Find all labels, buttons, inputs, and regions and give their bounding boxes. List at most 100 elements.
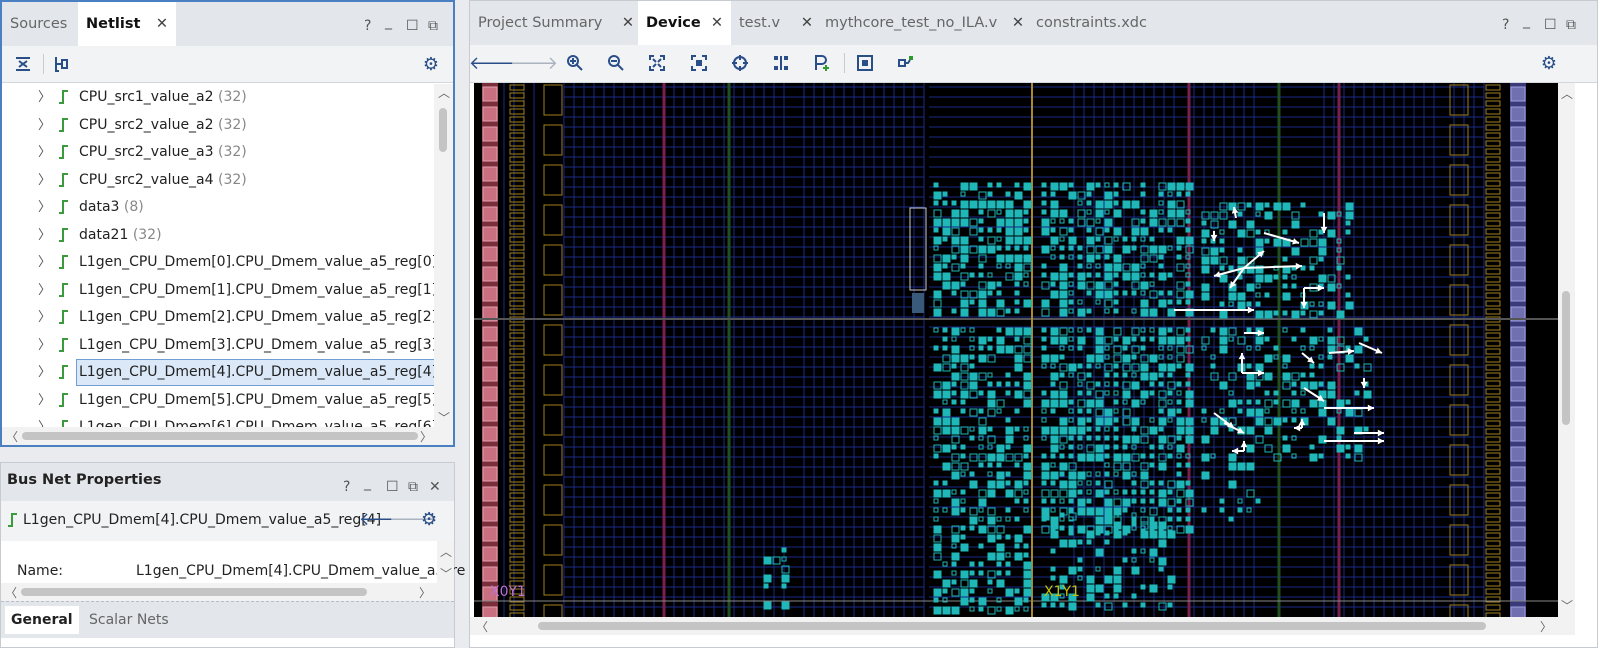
close-icon[interactable]: ✕ — [156, 2, 168, 46]
netlist-row[interactable]: 〉 data21 (32) — [2, 222, 434, 249]
maximize-icon[interactable]: ☐ — [406, 16, 419, 36]
place-ports-icon[interactable] — [811, 52, 833, 74]
gear-icon[interactable]: ⚙ — [421, 509, 437, 530]
tab-netlist[interactable]: Netlist ✕ — [78, 2, 176, 46]
gear-icon[interactable]: ⚙ — [420, 53, 442, 75]
collapse-all-icon[interactable] — [12, 53, 34, 75]
help-icon[interactable]: ? — [343, 477, 350, 497]
netlist-vscrollbar[interactable]: ︿ ﹀ — [434, 84, 453, 427]
tab-test-v[interactable]: test.v ✕ — [731, 1, 817, 45]
gear-icon[interactable]: ⚙ — [1538, 52, 1560, 74]
netlist-row[interactable]: 〉 L1gen_CPU_Dmem[0].CPU_Dmem_value_a5_reg… — [2, 249, 434, 276]
netlist-row[interactable]: 〉 CPU_src2_value_a4 (32) — [2, 167, 434, 194]
netlist-row[interactable]: 〉 L1gen_CPU_Dmem[1].CPU_Dmem_value_a5_reg… — [2, 277, 434, 304]
help-icon[interactable]: ? — [364, 16, 371, 36]
netlist-row[interactable]: 〉 CPU_src2_value_a2 (32) — [2, 112, 434, 139]
chevron-right-icon[interactable]: 〉 — [38, 222, 51, 249]
pblock-icon[interactable] — [854, 52, 876, 74]
scroll-up-icon[interactable]: ︿ — [440, 543, 452, 560]
chevron-right-icon[interactable]: 〉 — [38, 249, 51, 276]
hscroll-thumb[interactable] — [538, 622, 1486, 630]
device-hscrollbar[interactable]: 〈 〉 — [470, 617, 1575, 635]
float-icon[interactable]: ⧉ — [428, 16, 438, 36]
device-vscrollbar[interactable]: ︿ ﹀ — [1558, 83, 1575, 617]
netlist-row[interactable]: 〉 data3 (8) — [2, 194, 434, 221]
scroll-down-icon[interactable]: ﹀ — [438, 409, 450, 426]
properties-vscrollbar[interactable]: ︿ ﹀ — [437, 541, 454, 583]
bus-net-icon — [59, 310, 68, 324]
chevron-right-icon[interactable]: 〉 — [38, 194, 51, 221]
scroll-left-icon[interactable]: 〈 — [5, 584, 17, 601]
maximize-icon[interactable]: ☐ — [386, 477, 399, 497]
netlist-row[interactable]: 〉 CPU_src2_value_a3 (32) — [2, 139, 434, 166]
connectivity-icon[interactable] — [895, 52, 917, 74]
tab-constraints-xdc[interactable]: constraints.xdc — [1028, 1, 1180, 45]
chevron-right-icon[interactable]: 〉 — [38, 277, 51, 304]
scroll-left-icon[interactable]: 〈 — [6, 428, 18, 445]
device-view[interactable]: X0Y1 X1Y1 — [474, 83, 1558, 617]
properties-hscrollbar[interactable]: 〈 〉 — [1, 583, 454, 601]
back-arrow-icon[interactable]: 🡐 — [469, 52, 517, 74]
bus-net-icon — [59, 145, 68, 159]
netlist-row[interactable]: 〉 CPU_src1_value_a2 (32) — [2, 84, 434, 111]
tab-scalar-nets[interactable]: Scalar Nets — [83, 606, 175, 634]
help-icon[interactable]: ? — [1502, 15, 1509, 35]
tab-sources[interactable]: Sources — [2, 2, 78, 46]
zoom-in-icon[interactable] — [564, 52, 586, 74]
chevron-right-icon[interactable]: 〉 — [38, 359, 51, 386]
chevron-right-icon[interactable]: 〉 — [38, 167, 51, 194]
netlist-row[interactable]: 〉 L1gen_CPU_Dmem[6].CPU_Dmem_value_a5_reg… — [2, 414, 434, 427]
zoom-fit-icon[interactable] — [646, 52, 668, 74]
forward-arrow-icon[interactable]: 🡒 — [510, 52, 558, 74]
netlist-row[interactable]: 〉 L1gen_CPU_Dmem[3].CPU_Dmem_value_a5_reg… — [2, 332, 434, 359]
chevron-right-icon[interactable]: 〉 — [38, 304, 51, 331]
net-label: data21 (32) — [79, 222, 162, 249]
zoom-out-icon[interactable] — [605, 52, 627, 74]
chevron-right-icon[interactable]: 〉 — [38, 332, 51, 359]
chevron-right-icon[interactable]: 〉 — [38, 112, 51, 139]
tab-mythcore-test[interactable]: mythcore_test_no_ILA.v ✕ — [817, 1, 1028, 45]
scroll-thumb[interactable] — [439, 108, 447, 152]
crosshair-icon[interactable] — [729, 52, 751, 74]
float-icon[interactable]: ⧉ — [1566, 15, 1576, 35]
minimize-icon[interactable]: _ — [1523, 11, 1530, 31]
name-value: L1gen_CPU_Dmem[4].CPU_Dmem_value_a5_re — [136, 563, 466, 579]
minimize-icon[interactable]: _ — [364, 473, 371, 493]
maximize-icon[interactable]: ☐ — [1544, 15, 1557, 35]
scroll-right-icon[interactable]: 〉 — [420, 428, 432, 445]
netlist-hscrollbar[interactable]: 〈 〉 — [2, 427, 453, 445]
chevron-right-icon[interactable]: 〉 — [38, 139, 51, 166]
hscroll-thumb[interactable] — [21, 588, 367, 596]
scroll-down-icon[interactable]: ﹀ — [1561, 597, 1573, 614]
tab-general[interactable]: General — [5, 606, 79, 634]
tab-device[interactable]: Device ✕ — [638, 1, 731, 45]
chevron-right-icon[interactable]: 〉 — [38, 414, 51, 427]
chevron-right-icon[interactable]: 〉 — [38, 84, 51, 111]
vscroll-thumb[interactable] — [1562, 291, 1570, 425]
hscroll-thumb[interactable] — [22, 432, 418, 440]
float-icon[interactable]: ⧉ — [408, 477, 418, 497]
netlist-row[interactable]: 〉 L1gen_CPU_Dmem[5].CPU_Dmem_value_a5_reg… — [2, 387, 434, 414]
scroll-up-icon[interactable]: ︿ — [438, 84, 450, 101]
close-icon[interactable]: ✕ — [711, 1, 723, 45]
device-canvas[interactable] — [474, 83, 1558, 617]
properties-title: Bus Net Properties — [7, 472, 162, 488]
tab-project-summary[interactable]: Project Summary ✕ — [470, 1, 638, 45]
netlist-row[interactable]: 〉 L1gen_CPU_Dmem[2].CPU_Dmem_value_a5_reg… — [2, 304, 434, 331]
close-icon[interactable]: ✕ — [1012, 1, 1024, 45]
close-icon[interactable]: ✕ — [622, 1, 634, 45]
chevron-right-icon[interactable]: 〉 — [38, 387, 51, 414]
scroll-right-icon[interactable]: 〉 — [1540, 618, 1552, 635]
scroll-left-icon[interactable]: 〈 — [476, 618, 488, 635]
zoom-selected-icon[interactable] — [688, 52, 710, 74]
close-icon[interactable]: ✕ — [801, 1, 813, 45]
route-icon[interactable] — [770, 52, 792, 74]
scroll-right-icon[interactable]: 〉 — [419, 584, 431, 601]
netlist-row[interactable]: 〉 L1gen_CPU_Dmem[4].CPU_Dmem_value_a5_reg… — [2, 359, 434, 386]
close-icon[interactable]: ✕ — [429, 477, 441, 497]
minimize-icon[interactable]: _ — [385, 12, 392, 32]
expand-icon[interactable] — [51, 53, 73, 75]
scroll-up-icon[interactable]: ︿ — [1561, 85, 1573, 102]
netlist-tabbar: Sources Netlist ✕ ? _ ☐ ⧉ — [2, 2, 453, 47]
scroll-down-icon[interactable]: ﹀ — [440, 565, 452, 582]
